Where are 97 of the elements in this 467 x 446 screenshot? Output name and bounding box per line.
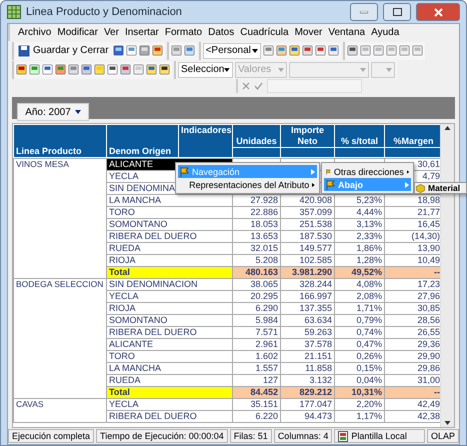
- table-cell: 2,08%: [334, 290, 385, 302]
- column-header: % s/total: [334, 124, 384, 148]
- table-cell: 149.577: [280, 242, 335, 254]
- table-cell[interactable]: RIOJA: [106, 302, 233, 314]
- table-cell[interactable]: TORO: [106, 350, 233, 362]
- column-header: %Margen: [384, 124, 442, 148]
- table-cell[interactable]: SOMONTANO: [106, 314, 233, 326]
- selection-combo[interactable]: Seleccion: [178, 62, 233, 78]
- table-cell: 7.571: [232, 326, 281, 338]
- total-label: Total: [106, 386, 233, 398]
- table-cell[interactable]: RIBERA DEL DUERO: [106, 230, 233, 242]
- table-cell: VINOS MESA: [14, 158, 106, 278]
- column-header: Denom Origen: [106, 124, 178, 158]
- table-cell: 11.858: [280, 362, 335, 374]
- table-cell: 187.530: [280, 230, 335, 242]
- window-title: Linea Producto y Denominacion: [26, 6, 183, 18]
- table-cell: 6.220: [232, 410, 281, 422]
- table-cell: 1,86%: [334, 242, 385, 254]
- table-cell: 38.065: [232, 278, 281, 290]
- table-cell: 137.355: [280, 302, 335, 314]
- table-cell[interactable]: YECLA: [106, 290, 233, 302]
- total-label: Total: [106, 266, 233, 278]
- table-cell: 1.602: [232, 350, 281, 362]
- table-cell[interactable]: ALICANTE: [106, 338, 233, 350]
- table-cell: 22.886: [232, 206, 281, 218]
- view-combo[interactable]: <Personal: [202, 42, 261, 58]
- menu-item[interactable]: Ver: [104, 27, 119, 38]
- table-cell: 4,44%: [334, 206, 385, 218]
- table-cell: 357.099: [280, 206, 335, 218]
- table-cell: 63.634: [280, 314, 335, 326]
- total-cell: 480.163: [232, 266, 281, 278]
- table-cell[interactable]: RIOJA: [106, 254, 233, 266]
- table-cell: 32.015: [232, 242, 281, 254]
- status-cell: Filas: 51: [230, 429, 272, 443]
- table-cell: 2,33%: [334, 230, 385, 242]
- table-cell: 94.473: [280, 410, 335, 422]
- status-cell: OLAP: [426, 429, 459, 443]
- table-cell: 0,79%: [334, 314, 385, 326]
- table-cell: 37.578: [280, 338, 335, 350]
- table-cell: 35.151: [232, 398, 281, 410]
- table-cell: 13.653: [232, 230, 281, 242]
- table-cell: 1.557: [232, 362, 281, 374]
- total-cell: 10,31%: [334, 386, 385, 398]
- total-cell: 84.452: [232, 386, 281, 398]
- table-cell: 2,20%: [334, 398, 385, 410]
- menu-item[interactable]: Ayuda: [371, 27, 400, 38]
- table-cell[interactable]: SIN DENOMINACION: [106, 278, 233, 290]
- table-cell: 18.053: [232, 218, 281, 230]
- table-cell: 0,74%: [334, 326, 385, 338]
- table-cell: 4,08%: [334, 278, 385, 290]
- table-cell[interactable]: RIBERA DEL DUERO: [106, 326, 233, 338]
- table-cell: 0,47%: [334, 338, 385, 350]
- table-cell: 0,15%: [334, 362, 385, 374]
- table-cell: 251.538: [280, 218, 335, 230]
- total-cell: 3.981.290: [280, 266, 335, 278]
- column-header: Unidades: [232, 124, 280, 148]
- table-cell: 2.961: [232, 338, 281, 350]
- table-cell[interactable]: RUEDA: [106, 374, 233, 386]
- menu-item[interactable]: Ventana: [328, 27, 366, 38]
- menu-item[interactable]: Cuadrícula: [240, 27, 289, 38]
- table-cell: CAVAS: [14, 398, 106, 422]
- status-cell: Columnas: 4: [274, 429, 332, 443]
- table-cell: 20.295: [232, 290, 281, 302]
- menu-item[interactable]: Insertar: [124, 27, 159, 38]
- table-cell[interactable]: RIBERA DEL DUERO: [106, 410, 233, 422]
- menu-item[interactable]: Mover: [294, 27, 322, 38]
- total-cell: 829.212: [280, 386, 335, 398]
- table-cell[interactable]: YECLA: [106, 398, 233, 410]
- table-cell: 21.151: [280, 350, 335, 362]
- menu-item[interactable]: Material: [415, 183, 466, 193]
- total-cell: 49,52%: [334, 266, 385, 278]
- table-cell[interactable]: SOMONTANO: [106, 218, 233, 230]
- table-cell: 3,13%: [334, 218, 385, 230]
- column-header: Linea Producto: [14, 124, 106, 158]
- table-cell: 0,26%: [334, 350, 385, 362]
- column-header: Indicadores: [178, 124, 232, 158]
- status-cell: Tiempo de Ejecución: 00:00:04: [96, 429, 228, 443]
- table-cell[interactable]: TORO: [106, 206, 233, 218]
- table-cell[interactable]: LA MANCHA: [106, 194, 233, 206]
- menu-item[interactable]: Datos: [208, 27, 234, 38]
- table-cell: 328.244: [280, 278, 335, 290]
- table-cell: 177.047: [280, 398, 335, 410]
- table-cell: 59.263: [280, 326, 335, 338]
- menu-item[interactable]: Modificar: [57, 27, 98, 38]
- table-cell: 6.290: [232, 302, 281, 314]
- menu-item[interactable]: Formato: [164, 27, 202, 38]
- year-selector[interactable]: Año: 2007: [17, 103, 89, 121]
- status-cell: Plantilla Local: [334, 429, 425, 443]
- column-header: Importe Neto: [280, 124, 334, 148]
- table-cell: 5.984: [232, 314, 281, 326]
- table-cell[interactable]: LA MANCHA: [106, 362, 233, 374]
- status-cell: Ejecución completa: [8, 429, 94, 443]
- table-cell: 166.997: [280, 290, 335, 302]
- table-cell: 1,17%: [334, 410, 385, 422]
- menu-item[interactable]: Archivo: [18, 27, 52, 38]
- table-cell[interactable]: RUEDA: [106, 242, 233, 254]
- table-cell: 1,71%: [334, 302, 385, 314]
